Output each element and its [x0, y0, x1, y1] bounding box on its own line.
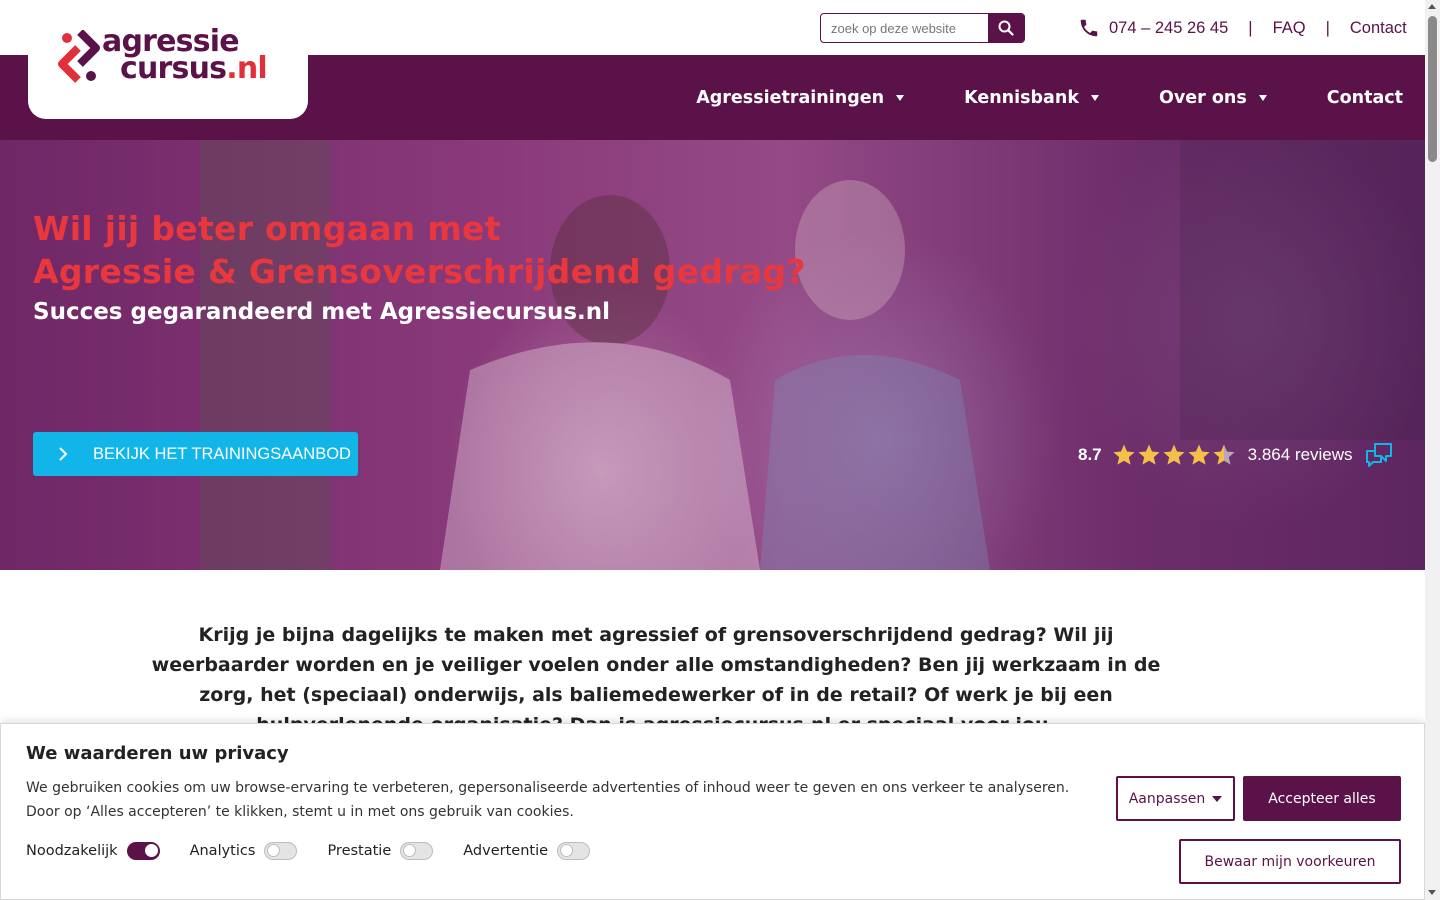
caret-down-icon [1258, 94, 1267, 101]
search-input[interactable] [821, 14, 988, 42]
reviews-chat-icon [1365, 443, 1392, 467]
separator: | [1248, 18, 1253, 37]
nav-item-contact[interactable]: Contact [1327, 88, 1403, 108]
nav-label: Over ons [1158, 87, 1247, 108]
toggle-label: Analytics [189, 843, 256, 859]
star-icon [1213, 444, 1235, 465]
hero-title-line1: Wil jij beter omgaan met [33, 209, 501, 248]
phone-number: 074 – 245 26 45 [1109, 18, 1229, 37]
chevron-right-icon [33, 446, 93, 462]
separator: | [1325, 18, 1330, 37]
cta-label: BEKIJK HET TRAININGSAANBOD [93, 444, 351, 463]
rating-widget[interactable]: 8.7 3.864 reviews [1078, 440, 1393, 470]
search-icon [998, 20, 1014, 36]
toggle-label: Prestatie [327, 843, 392, 859]
search-form [820, 13, 1025, 43]
intro-text: Krijg je bijna dagelijks te maken met ag… [151, 624, 1161, 736]
caret-down-icon [896, 94, 905, 101]
logo-mark-icon [58, 30, 100, 83]
customize-label: Aanpassen [1128, 790, 1206, 807]
toggle-switch[interactable] [264, 842, 298, 860]
toggle-switch[interactable] [400, 842, 434, 860]
training-offer-button[interactable]: BEKIJK HET TRAININGSAANBOD [33, 432, 358, 476]
customize-button[interactable]: Aanpassen [1116, 776, 1235, 821]
cookie-text: We gebruiken cookies om uw browse-ervari… [26, 780, 1070, 820]
toggle-prestatie: Prestatie [327, 842, 434, 860]
toggle-advertentie: Advertentie [463, 842, 591, 860]
toggle-switch[interactable] [126, 842, 160, 860]
toggle-label: Advertentie [463, 843, 549, 859]
top-links: 074 – 245 26 45 | FAQ | Contact [1078, 16, 1407, 40]
cookie-title: We waarderen uw privacy [26, 743, 289, 764]
hero-banner: Wil jij beter omgaan met Agressie & Gren… [0, 140, 1425, 570]
toggle-switch[interactable] [557, 842, 591, 860]
toggle-label: Noodzakelijk [26, 843, 118, 859]
save-preferences-button[interactable]: Bewaar mijn voorkeuren [1179, 839, 1401, 884]
phone-icon [1080, 19, 1098, 37]
accept-all-button[interactable]: Accepteer alles [1243, 776, 1401, 821]
search-button[interactable] [988, 14, 1024, 42]
star-icon [1188, 444, 1210, 465]
cookie-toggles: Noodzakelijk Analytics Prestatie Adverte… [26, 842, 620, 860]
hero-photo [200, 140, 1425, 570]
phone-link[interactable]: 074 – 245 26 45 [1078, 17, 1228, 39]
caret-down-icon [1090, 94, 1099, 101]
rating-stars [1112, 443, 1236, 467]
main-nav: Agressietrainingen Kennisbank Over ons C… [636, 55, 1403, 140]
toggle-noodzakelijk: Noodzakelijk [26, 842, 160, 860]
logo-tld: .nl [226, 51, 267, 86]
scroll-down-arrow-icon[interactable] [1428, 890, 1436, 895]
logo-wordmark: agressie cursus.nl [102, 27, 268, 84]
page-scrollbar[interactable] [1425, 0, 1440, 900]
scroll-thumb[interactable] [1428, 16, 1437, 162]
review-count: 3.864 reviews [1247, 445, 1353, 464]
contact-link[interactable]: Contact [1350, 19, 1407, 38]
hero-title: Wil jij beter omgaan met Agressie & Gren… [33, 207, 806, 293]
nav-label: Kennisbank [964, 87, 1079, 108]
hero-subtitle: Succes gegarandeerd met Agressiecursus.n… [33, 299, 610, 325]
hero-title-line2: Agressie & Grensoverschrijdend gedrag? [33, 252, 806, 291]
toggle-analytics: Analytics [190, 842, 298, 860]
cookie-banner: We waarderen uw privacy We gebruiken coo… [0, 723, 1425, 900]
nav-item-over-ons[interactable]: Over ons [1159, 88, 1267, 108]
caret-down-icon [1212, 795, 1223, 802]
star-icon [1138, 444, 1160, 465]
scroll-up-arrow-icon[interactable] [1428, 4, 1436, 9]
nav-label: Contact [1326, 87, 1403, 108]
star-icon [1113, 444, 1135, 465]
nav-item-kennisbank[interactable]: Kennisbank [964, 88, 1099, 108]
rating-score: 8.7 [1078, 445, 1102, 464]
nav-item-agressietrainingen[interactable]: Agressietrainingen [696, 87, 905, 108]
logo-line2-wrap: cursus.nl [102, 54, 268, 84]
logo-line2: cursus [120, 51, 227, 86]
faq-link[interactable]: FAQ [1273, 19, 1306, 38]
nav-label: Agressietrainingen [696, 87, 885, 108]
star-icon [1163, 444, 1185, 465]
logo[interactable]: agressie cursus.nl [28, 18, 308, 119]
